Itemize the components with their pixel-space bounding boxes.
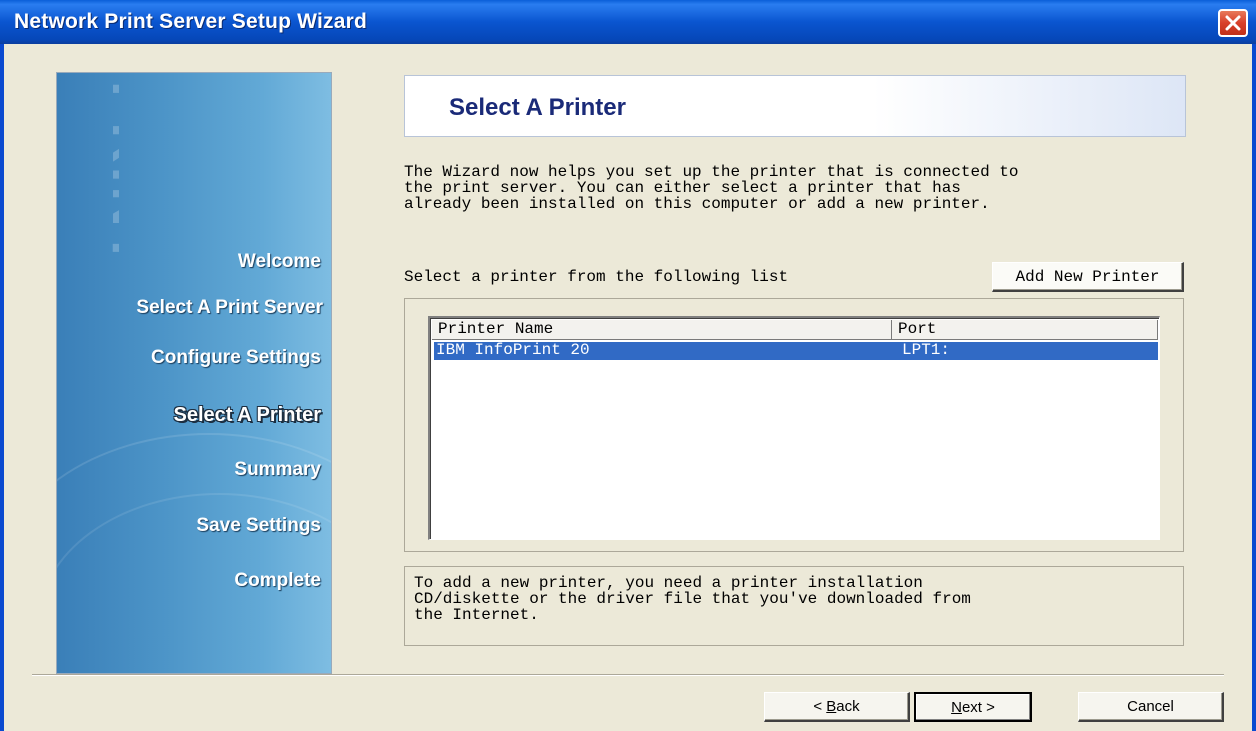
wizard-steps-panel: PRINT Welcome Select A Print Server Conf… xyxy=(56,72,332,674)
step-configure-settings: Configure Settings xyxy=(151,347,321,368)
window-title: Network Print Server Setup Wizard xyxy=(14,10,367,33)
page-title: Select A Printer xyxy=(449,94,626,121)
step-select-a-printer: Select A Printer xyxy=(173,404,321,426)
button-separator-highlight xyxy=(32,675,1224,676)
title-bar[interactable]: Network Print Server Setup Wizard xyxy=(0,0,1256,44)
step-welcome: Welcome xyxy=(237,251,321,272)
back-label-prefix: < xyxy=(813,698,827,715)
printer-port-cell: LPT1: xyxy=(902,341,951,359)
listview-header: Printer Name Port xyxy=(432,320,1158,340)
info-text: To add a new printer, you need a printer… xyxy=(414,574,971,624)
window-frame-right xyxy=(1252,44,1256,731)
printer-name-cell: IBM InfoPrint 20 xyxy=(436,341,590,359)
column-header-printer-name[interactable]: Printer Name xyxy=(432,320,892,340)
print-watermark: PRINT xyxy=(101,81,119,269)
next-label-rest: ext > xyxy=(961,698,995,716)
column-header-port[interactable]: Port xyxy=(892,320,1158,340)
back-label-rest: ack xyxy=(836,698,860,715)
page-header-banner: Select A Printer xyxy=(404,75,1186,137)
back-button[interactable]: < Back xyxy=(764,692,910,722)
cancel-button[interactable]: Cancel xyxy=(1078,692,1224,722)
step-select-print-server: Select A Print Server xyxy=(136,297,323,318)
printer-list-label: Select a printer from the following list xyxy=(404,268,789,286)
close-button[interactable] xyxy=(1218,9,1248,37)
printer-listview[interactable]: Printer Name Port IBM InfoPrint 20 LPT1: xyxy=(428,316,1160,540)
step-complete: Complete xyxy=(234,570,321,591)
next-button[interactable]: Next > xyxy=(914,692,1032,722)
window-frame-left xyxy=(0,44,4,731)
table-row[interactable]: IBM InfoPrint 20 LPT1: xyxy=(434,342,1158,360)
step-save-settings: Save Settings xyxy=(196,515,321,536)
add-new-printer-button[interactable]: Add New Printer xyxy=(992,262,1184,292)
step-summary: Summary xyxy=(234,459,321,480)
next-label-accel: N xyxy=(951,698,962,716)
back-label-accel: B xyxy=(826,698,837,715)
watermark-text: PRINT xyxy=(101,81,119,269)
intro-text: The Wizard now helps you set up the prin… xyxy=(404,163,1019,213)
close-icon xyxy=(1225,15,1241,31)
